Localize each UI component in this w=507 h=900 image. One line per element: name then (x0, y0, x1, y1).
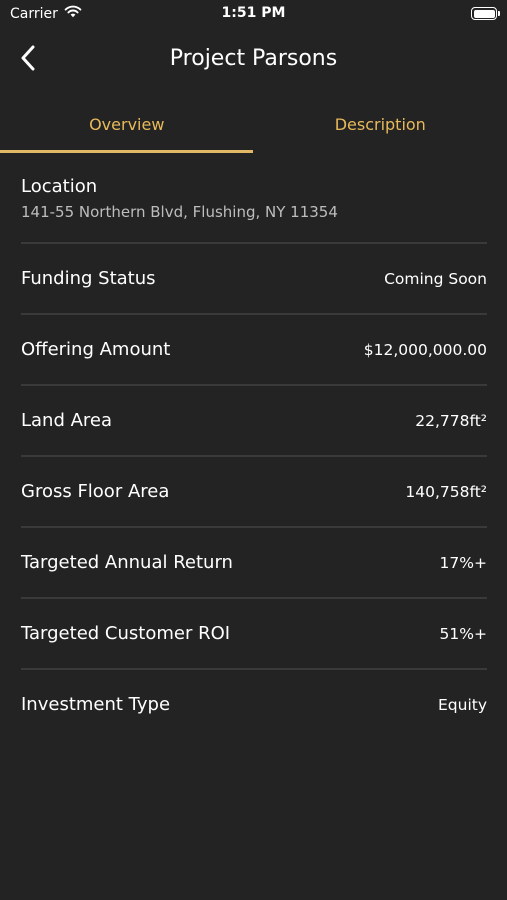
targeted-customer-roi-row: Targeted Customer ROI 51%+ (0, 599, 507, 668)
targeted-annual-return-value: 17%+ (439, 553, 487, 572)
project-detail-screen: Carrier 1:51 PM Project Parsons Overview… (0, 0, 507, 900)
gross-floor-area-label: Gross Floor Area (21, 481, 170, 502)
targeted-annual-return-row: Targeted Annual Return 17%+ (0, 528, 507, 597)
land-area-row: Land Area 22,778ft² (0, 386, 507, 455)
page-title: Project Parsons (169, 46, 338, 71)
selected-tab-indicator (0, 150, 253, 153)
status-bar: Carrier 1:51 PM (0, 0, 507, 28)
project-details-list: Location 141-55 Northern Blvd, Flushing,… (0, 154, 507, 739)
status-time: 1:51 PM (221, 5, 286, 21)
investment-type-value: Equity (437, 695, 487, 714)
battery-icon (471, 7, 500, 20)
gross-floor-area-value: 140,758ft² (405, 482, 487, 501)
nav-bar: Project Parsons (0, 28, 507, 94)
tab-description[interactable]: Description (254, 96, 507, 152)
offering-amount-label: Offering Amount (21, 339, 171, 360)
investment-type-row: Investment Type Equity (0, 670, 507, 739)
funding-status-row: Funding Status Coming Soon (0, 244, 507, 313)
targeted-customer-roi-value: 51%+ (439, 624, 487, 643)
land-area-value: 22,778ft² (415, 411, 487, 430)
location-label: Location (21, 176, 98, 197)
battery-level (473, 9, 495, 18)
targeted-annual-return-label: Targeted Annual Return (21, 552, 233, 573)
gross-floor-area-row: Gross Floor Area 140,758ft² (0, 457, 507, 526)
funding-status-value: Coming Soon (384, 269, 487, 288)
land-area-label: Land Area (21, 410, 113, 431)
tab-overview[interactable]: Overview (0, 96, 254, 152)
offering-amount-row: Offering Amount $12,000,000.00 (0, 315, 507, 384)
funding-status-label: Funding Status (21, 268, 156, 289)
investment-type-label: Investment Type (21, 694, 171, 715)
location-value: 141-55 Northern Blvd, Flushing, NY 11354 (21, 203, 338, 221)
location-row: Location 141-55 Northern Blvd, Flushing,… (0, 154, 507, 242)
targeted-customer-roi-label: Targeted Customer ROI (21, 623, 231, 644)
offering-amount-value: $12,000,000.00 (363, 340, 487, 359)
tab-bar: Overview Description (0, 96, 507, 154)
